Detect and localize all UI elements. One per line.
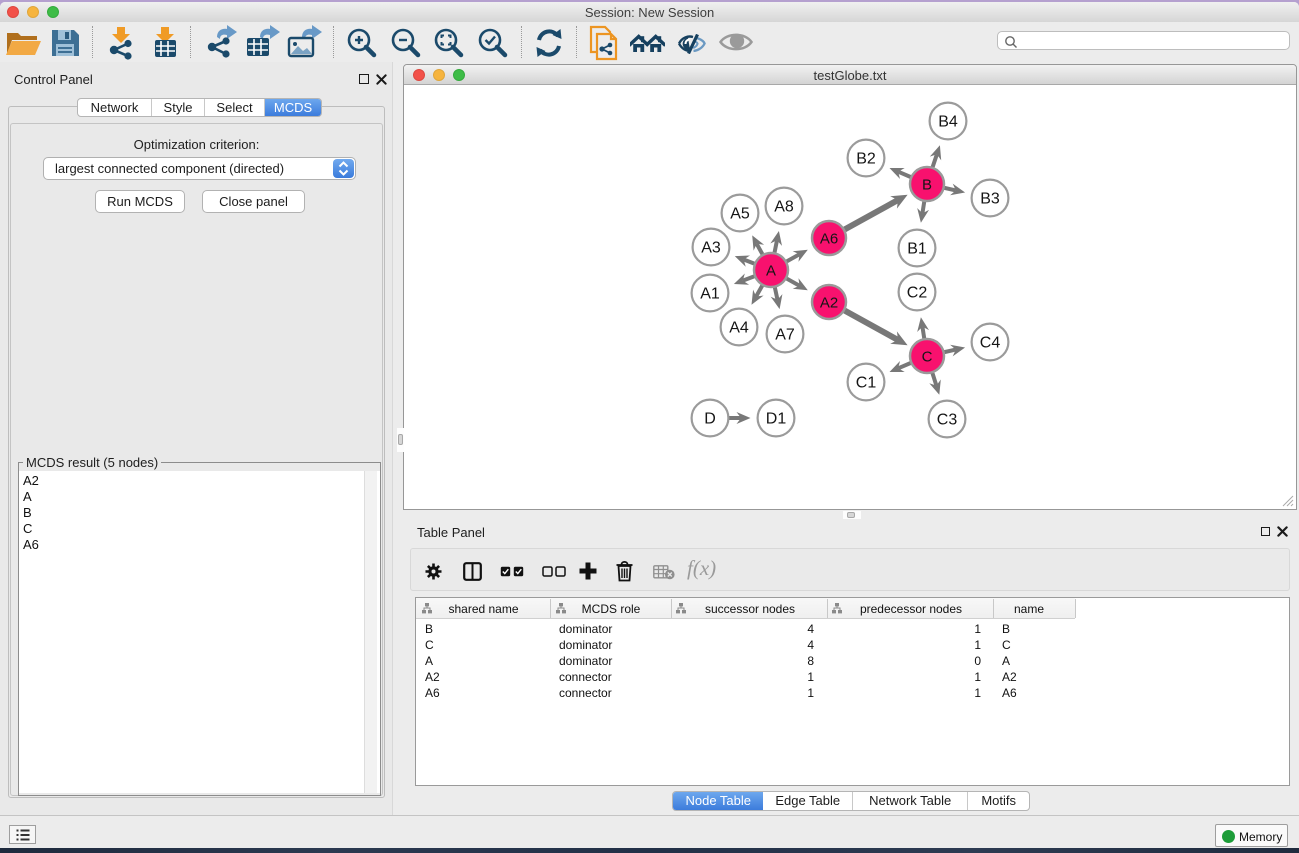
svg-text:D1: D1 <box>766 411 787 428</box>
svg-text:A6: A6 <box>820 231 838 248</box>
svg-text:B1: B1 <box>907 241 927 258</box>
svg-text:C4: C4 <box>980 335 1001 352</box>
svg-text:A8: A8 <box>774 199 794 216</box>
svg-text:C3: C3 <box>937 412 958 429</box>
svg-text:B3: B3 <box>980 191 1000 208</box>
svg-text:C2: C2 <box>907 285 928 302</box>
svg-text:A: A <box>766 263 776 280</box>
svg-text:A3: A3 <box>701 240 721 257</box>
svg-text:B2: B2 <box>856 151 876 168</box>
svg-text:C: C <box>922 349 933 366</box>
svg-text:A4: A4 <box>729 320 749 337</box>
svg-text:A1: A1 <box>700 286 720 303</box>
svg-text:B4: B4 <box>938 114 958 131</box>
svg-text:A2: A2 <box>820 295 838 312</box>
svg-text:A5: A5 <box>730 206 750 223</box>
svg-text:C1: C1 <box>856 375 877 392</box>
svg-text:D: D <box>704 411 716 428</box>
svg-text:A7: A7 <box>775 327 795 344</box>
svg-text:B: B <box>922 177 932 194</box>
